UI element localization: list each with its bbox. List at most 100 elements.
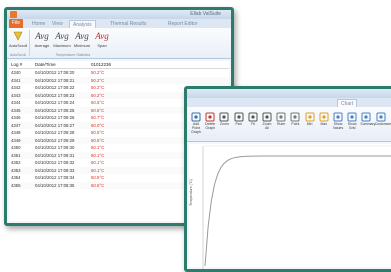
temperature-chart — [202, 145, 391, 269]
ribbon: AutoScroll Avg Average Avg Maximum Avg M… — [7, 28, 231, 59]
cell-value: 50.2°C — [91, 77, 105, 83]
header-sensor[interactable]: 01012236 — [91, 61, 115, 68]
show-grid-button[interactable]: Show Grid — [346, 110, 358, 130]
delete-graph-label: Delete Graph — [205, 122, 216, 130]
add-point-graph-button[interactable]: Add Point Graph — [190, 110, 202, 134]
title-bar: Ellab ValSuite — [7, 10, 231, 19]
cell-datetime: 04/10/2012 17:08:34 — [35, 175, 75, 180]
tab-thermal-results[interactable]: Thermal Results — [107, 20, 149, 28]
zoom-all-button[interactable]: Zoom All — [261, 110, 273, 130]
cell-value: 50.5°C — [91, 137, 105, 143]
summary-button[interactable]: Summary — [360, 110, 375, 126]
cell-datetime: 04/10/2012 17:08:23 — [35, 92, 75, 98]
app-menu-icon[interactable] — [10, 11, 17, 18]
span-label: Span — [97, 43, 107, 48]
header-datetime[interactable]: Date/Time — [35, 61, 85, 68]
y-axis-label: Temperature (°C) — [189, 179, 193, 206]
cell-value: 50.1°C — [91, 152, 105, 158]
tab-report-editor[interactable]: Report Editor — [165, 20, 200, 28]
average-label: Average — [34, 43, 50, 48]
span-icon: Avg — [95, 31, 109, 41]
show-values-button[interactable]: Show Values — [332, 110, 344, 130]
cell-value: 50.1°C — [91, 160, 105, 165]
pan-icon — [233, 110, 245, 122]
max-icon — [318, 110, 330, 122]
show-grid-label: Show Grid — [347, 122, 357, 130]
cell-value: 50.2°C — [91, 70, 105, 75]
tab-home[interactable]: Home — [29, 20, 48, 28]
cell-log: 4352 — [11, 160, 21, 165]
cell-datetime: 04/10/2012 17:08:26 — [35, 115, 75, 120]
title-bar-2 — [187, 89, 391, 98]
span-button[interactable]: Avg Span — [93, 30, 111, 48]
cell-datetime: 04/10/2012 17:08:32 — [35, 160, 75, 165]
header-log[interactable]: Log # — [11, 61, 27, 68]
cell-log: 4349 — [11, 137, 21, 143]
cell-log: 4354 — [11, 175, 21, 180]
cell-datetime: 04/10/2012 17:08:25 — [35, 107, 75, 113]
autoscroll-button[interactable]: AutoScroll — [9, 30, 27, 48]
table-row[interactable]: 4341 04/10/2012 17:08:21 50.2°C — [9, 76, 229, 84]
minimum-icon: Avg — [75, 31, 89, 41]
maximum-button[interactable]: Avg Maximum — [53, 30, 71, 48]
ribbon-tabs: File Home View Analysis Thermal Results … — [7, 19, 231, 29]
min-icon — [304, 110, 316, 122]
cell-log: 4341 — [11, 77, 21, 83]
ruler-icon — [275, 110, 287, 122]
show-grid-icon — [346, 110, 358, 122]
minimum-button[interactable]: Avg Minimum — [73, 30, 91, 48]
cell-datetime: 04/10/2012 17:08:21 — [35, 77, 75, 83]
delete-graph-button[interactable]: Delete Graph — [204, 110, 216, 130]
cell-datetime: 04/10/2012 17:08:33 — [35, 167, 75, 173]
cell-value: 50.2°C — [91, 92, 105, 98]
cell-log: 4348 — [11, 130, 21, 135]
show-values-label: Show Values — [332, 122, 344, 130]
minimum-label: Minimum — [73, 43, 91, 48]
cell-log: 4353 — [11, 167, 21, 173]
tab-view[interactable]: View — [49, 20, 66, 28]
cell-datetime: 04/10/2012 17:08:31 — [35, 152, 75, 158]
tab-file[interactable]: File — [9, 19, 24, 28]
customize-icon — [375, 110, 387, 122]
cell-log: 4344 — [11, 100, 21, 105]
delete-graph-icon — [204, 110, 216, 122]
maximum-icon: Avg — [55, 31, 69, 41]
fit-button[interactable]: Fit — [247, 110, 259, 126]
cell-log: 4346 — [11, 115, 21, 120]
zoom-all-icon — [261, 110, 273, 122]
customize-button[interactable]: Customize — [375, 110, 391, 126]
cell-datetime: 04/10/2012 17:08:28 — [35, 130, 75, 135]
add-point-graph-label: Add Point Graph — [191, 122, 201, 134]
point-icon — [289, 110, 301, 122]
cell-value: 50.0°C — [91, 122, 105, 128]
average-button[interactable]: Avg Average — [33, 30, 51, 48]
cell-datetime: 04/10/2012 17:08:35 — [35, 182, 75, 188]
cell-log: 4342 — [11, 85, 21, 90]
chart-window: Chart Add Point Graph Delete Graph Zoom Pan… — [184, 86, 391, 272]
cell-value: 50.5°C — [91, 107, 105, 113]
cell-datetime: 04/10/2012 17:08:30 — [35, 145, 75, 150]
table-row[interactable]: 4340 04/10/2012 17:08:20 50.2°C — [9, 69, 229, 77]
cell-log: 4340 — [11, 70, 21, 75]
zoom-button[interactable]: Zoom — [218, 110, 230, 126]
pan-button[interactable]: Pan — [233, 110, 245, 126]
temperature-curve — [204, 155, 391, 267]
point-button[interactable]: Point — [289, 110, 301, 126]
cell-log: 4351 — [11, 152, 21, 158]
autoscroll-icon — [9, 30, 27, 42]
cell-log: 4350 — [11, 145, 21, 150]
cell-value: 50.1°C — [91, 145, 105, 150]
fit-icon — [247, 110, 259, 122]
group-temperature-statistics: Temperature Statistics — [55, 53, 91, 57]
show-values-icon — [332, 110, 344, 122]
ruler-button[interactable]: Ruler — [275, 110, 287, 126]
cell-datetime: 04/10/2012 17:08:20 — [35, 70, 75, 75]
cell-log: 4347 — [11, 122, 21, 128]
average-icon: Avg — [35, 31, 49, 41]
max-button[interactable]: Max — [318, 110, 330, 126]
min-button[interactable]: Min — [304, 110, 316, 126]
cell-value: 50.2°C — [91, 85, 105, 90]
autoscroll-label: AutoScroll — [9, 43, 28, 48]
plot-area[interactable]: Temperature (°C) — [189, 144, 391, 269]
cell-datetime: 04/10/2012 17:08:22 — [35, 85, 75, 90]
